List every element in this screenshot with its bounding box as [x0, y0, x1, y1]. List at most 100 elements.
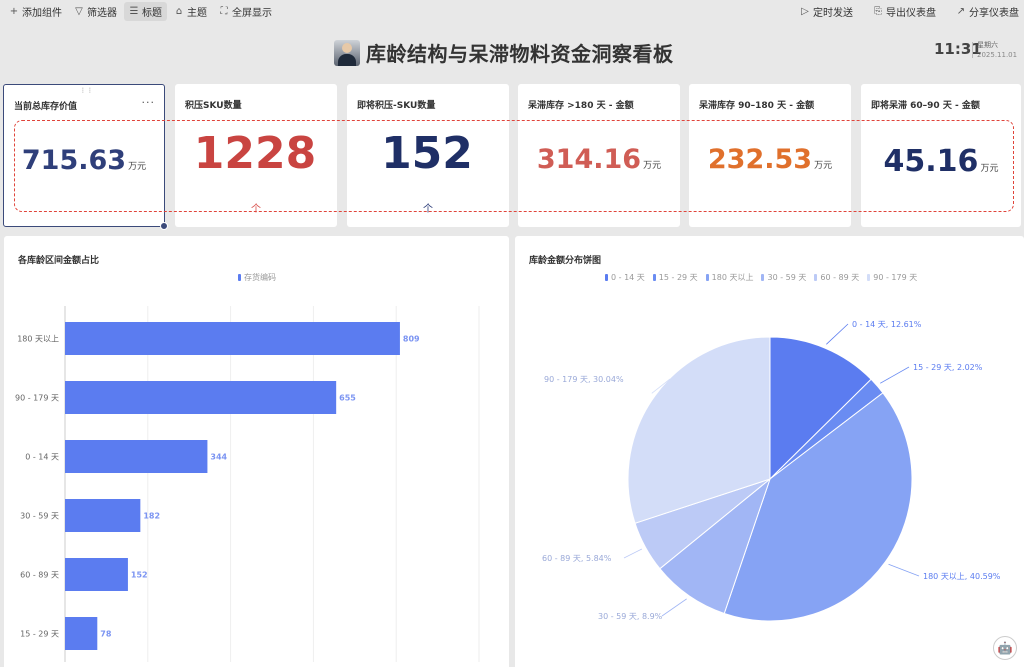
- kpi-value: 314.16: [536, 144, 642, 175]
- kpi-sub-unit: 个: [251, 204, 261, 215]
- kpi-sub-unit: 个: [423, 204, 433, 215]
- title-wrap: 库龄结构与呆滞物料资金洞察看板: [334, 38, 674, 67]
- pie-chart-panel[interactable]: 库龄金额分布饼图 0 - 14 天 15 - 29 天 180 天以上 30 - 59…: [515, 236, 1024, 667]
- toolbar-play-button[interactable]: ▷ 定时发送: [795, 2, 858, 21]
- bar-data-label: 78: [100, 630, 112, 639]
- toolbar-label: 标题: [142, 7, 162, 19]
- plus-icon: +: [9, 5, 19, 17]
- kpi-value: 152: [381, 128, 473, 179]
- theme-icon: ⌂: [175, 5, 183, 17]
- bar: [65, 381, 337, 414]
- kpi-value-wrap: 45.16 万元: [861, 144, 1021, 179]
- kpi-title: 呆滞库存 >180 天 - 金额: [528, 101, 634, 111]
- toolbar-label: 定时发送: [813, 7, 853, 19]
- pie-data-label: 180 天以上, 40.59%: [923, 572, 1001, 581]
- toolbar-fullscreen-button[interactable]: ⛶ 全屏显示: [214, 2, 277, 21]
- toolbar-filter-button[interactable]: ▽ 筛选器: [69, 2, 122, 21]
- kpi-value-wrap: 314.16 万元: [518, 144, 680, 175]
- dashboard-toolbar: + 添加组件 ▽ 筛选器 ☰ 标题 ⌂ 主题 ⛶ 全屏显示 ▷ 定时发送 ⎘ 导出仪表盘 ↗ 分享仪表盘: [0, 0, 1024, 22]
- pie-data-label: 0 - 14 天, 12.61%: [852, 320, 922, 329]
- kpi-title: 积压SKU数量: [185, 101, 242, 111]
- play-icon: ▷: [801, 5, 809, 17]
- pie-data-label: 90 - 179 天, 30.04%: [544, 375, 624, 384]
- bar-data-label: 344: [210, 453, 227, 462]
- toolbar-label: 分享仪表盘: [969, 7, 1019, 19]
- kpi-value-wrap: 232.53 万元: [689, 144, 851, 175]
- export-icon: ⎘: [874, 5, 882, 17]
- clock-date: 2025.11.01: [977, 51, 1018, 59]
- category-tick-label: 60 - 89 天: [20, 571, 59, 580]
- resize-handle[interactable]: [160, 222, 168, 230]
- kpi-value-wrap: 1228: [175, 128, 337, 179]
- toolbar-share-button[interactable]: ↗ 分享仪表盘: [951, 2, 1024, 21]
- pie-leader-line: [826, 323, 849, 345]
- bar: [65, 617, 98, 650]
- drag-handle-icon[interactable]: ⋮⋮: [80, 87, 94, 94]
- pie-data-label: 60 - 89 天, 5.84%: [542, 554, 612, 563]
- kpi-value-wrap: 152: [347, 128, 509, 179]
- bar-data-label: 152: [131, 571, 148, 580]
- kpi-card[interactable]: 即将积压-SKU数量 152 个: [347, 84, 509, 227]
- category-tick-label: 90 - 179 天: [15, 394, 59, 403]
- kpi-card[interactable]: 即将呆滞 60–90 天 - 金额 45.16 万元: [861, 84, 1021, 227]
- bar: [65, 440, 208, 473]
- toolbar-label: 筛选器: [87, 7, 117, 19]
- pie-leader-line: [888, 563, 920, 577]
- clock-weekday: 星期六: [977, 41, 998, 49]
- dashboard-header: 库龄结构与呆滞物料资金洞察看板 11:31 星期六 2025.11.01: [0, 22, 1024, 82]
- kpi-title: 即将呆滞 60–90 天 - 金额: [871, 101, 980, 111]
- toolbar-title-button[interactable]: ☰ 标题: [124, 1, 167, 21]
- toolbar-export-button[interactable]: ⎘ 导出仪表盘: [868, 2, 941, 21]
- toolbar-label: 添加组件: [22, 7, 62, 19]
- clock-time: 11:31: [934, 40, 982, 58]
- more-options-icon[interactable]: ···: [142, 96, 156, 109]
- toolbar-label: 主题: [187, 7, 207, 19]
- kpi-value: 715.63: [21, 145, 127, 176]
- toolbar-label: 导出仪表盘: [886, 7, 936, 19]
- bar-data-label: 809: [403, 335, 420, 344]
- kpi-value: 232.53: [707, 144, 813, 175]
- category-tick-label: 180 天以上: [17, 335, 59, 344]
- bar-data-label: 182: [143, 512, 160, 521]
- assistant-bot-icon[interactable]: 🤖: [993, 636, 1017, 660]
- toolbar-label: 全屏显示: [232, 7, 272, 19]
- pie-chart-svg: 0 - 14 天, 12.61% 15 - 29 天, 2.02% 180 天以上,…: [542, 320, 1001, 622]
- pie-leader-line: [623, 548, 643, 559]
- kpi-card[interactable]: 呆滞库存 90–180 天 - 金额 232.53 万元: [689, 84, 851, 227]
- kpi-card[interactable]: 呆滞库存 >180 天 - 金额 314.16 万元: [518, 84, 680, 227]
- kpi-unit: 万元: [643, 161, 662, 171]
- title-icon: ☰: [129, 5, 139, 17]
- bar-chart-panel[interactable]: 各库龄区间金额占比 存货编码 180 天以上 809 90 - 179 天 655 0 …: [4, 236, 509, 667]
- kpi-unit: 万元: [980, 164, 999, 174]
- pie-data-label: 30 - 59 天, 8.9%: [598, 612, 663, 621]
- share-icon: ↗: [956, 5, 966, 17]
- category-tick-label: 0 - 14 天: [25, 453, 59, 462]
- pie-data-label: 15 - 29 天, 2.02%: [913, 363, 983, 372]
- kpi-value: 45.16: [883, 144, 979, 179]
- fullscreen-icon: ⛶: [220, 5, 228, 17]
- filter-icon: ▽: [75, 5, 83, 17]
- kpi-value: 1228: [193, 128, 317, 179]
- kpi-title: 当前总库存价值: [14, 102, 78, 112]
- category-tick-label: 30 - 59 天: [20, 512, 59, 521]
- bar: [65, 558, 128, 591]
- avatar: [334, 39, 360, 66]
- toolbar-plus-button[interactable]: + 添加组件: [4, 2, 67, 21]
- bar-chart-svg: 180 天以上 809 90 - 179 天 655 0 - 14 天 344 30 - 5…: [15, 306, 480, 662]
- kpi-title: 呆滞库存 90–180 天 - 金额: [699, 101, 815, 111]
- bar: [65, 499, 141, 532]
- kpi-unit: 万元: [128, 162, 147, 172]
- pie-leader-line: [661, 598, 687, 617]
- bar: [65, 322, 400, 355]
- toolbar-theme-button[interactable]: ⌂ 主题: [169, 2, 212, 21]
- clock-divider: [972, 42, 973, 58]
- kpi-value-wrap: 715.63 万元: [4, 145, 164, 176]
- kpi-card[interactable]: 当前总库存价值 ⋮⋮ ··· 715.63 万元: [3, 84, 168, 230]
- kpi-unit: 万元: [814, 161, 833, 171]
- kpi-title: 即将积压-SKU数量: [357, 101, 436, 111]
- category-tick-label: 15 - 29 天: [20, 630, 59, 639]
- pie-leader-line: [880, 366, 910, 384]
- kpi-card[interactable]: 积压SKU数量 1228 个: [175, 84, 337, 227]
- bar-data-label: 655: [339, 394, 356, 403]
- page-title[interactable]: 库龄结构与呆滞物料资金洞察看板: [366, 38, 674, 67]
